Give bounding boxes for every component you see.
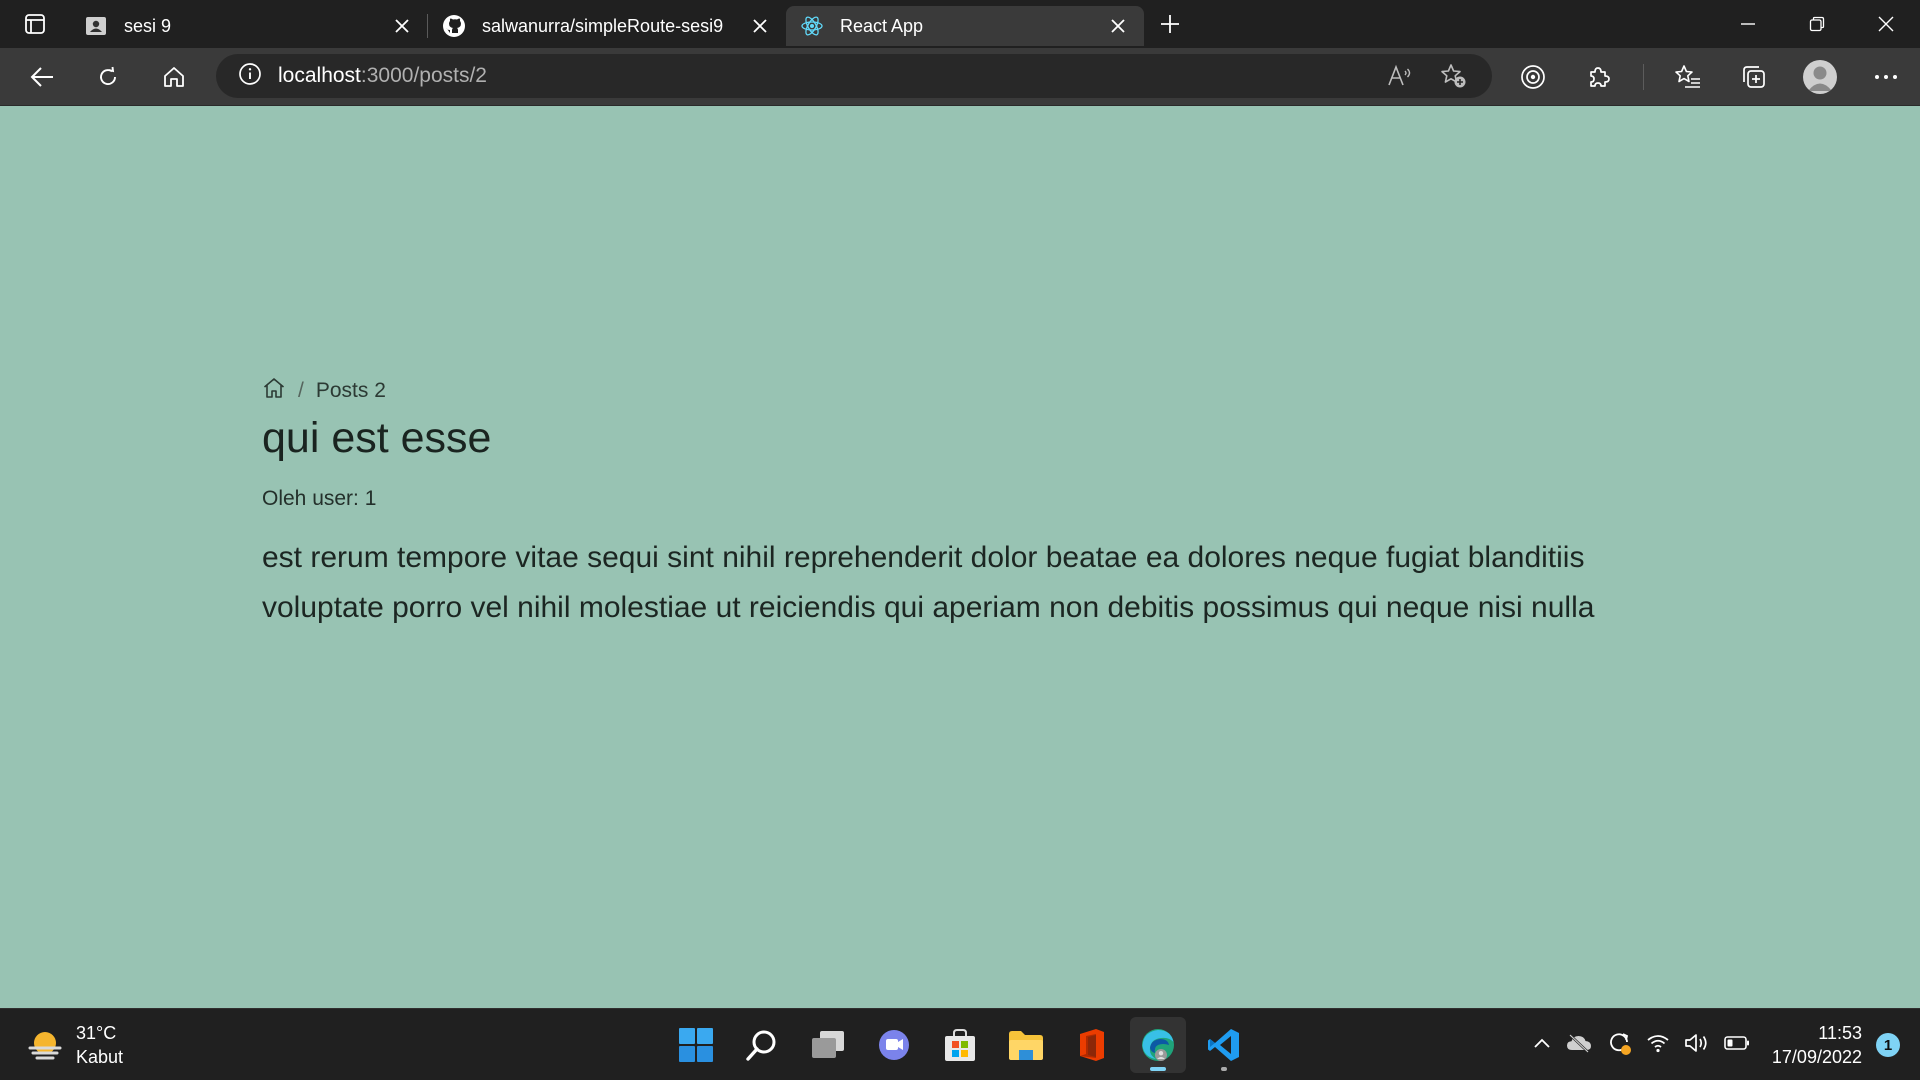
- back-button[interactable]: [20, 55, 64, 99]
- avatar: [1803, 60, 1837, 94]
- weather-temperature: 31°C: [76, 1023, 117, 1043]
- add-favorite-button[interactable]: [1432, 54, 1476, 98]
- collections-icon: [1743, 66, 1765, 88]
- profile-card-icon: [84, 14, 108, 38]
- office-icon: [1080, 1029, 1104, 1061]
- new-tab-button[interactable]: [1144, 0, 1196, 48]
- url-host: localhost: [278, 64, 361, 87]
- home-icon: [164, 66, 184, 87]
- file-explorer-button[interactable]: [998, 1017, 1054, 1073]
- weather-condition: Kabut: [76, 1047, 124, 1067]
- tab-strip-drag-area[interactable]: [1196, 0, 1713, 48]
- chat-camera-icon: [879, 1030, 909, 1060]
- clock-time: 11:53: [1818, 1023, 1862, 1043]
- battery-icon[interactable]: [1724, 1035, 1750, 1056]
- minimize-icon: [1740, 23, 1755, 25]
- store-bag-icon: [945, 1029, 975, 1061]
- favorites-list-icon: [1675, 65, 1700, 88]
- puzzle-icon: [1590, 67, 1610, 87]
- teams-chat-button[interactable]: [866, 1017, 922, 1073]
- tab-title: sesi 9: [124, 15, 172, 36]
- post-title: qui est esse: [262, 414, 492, 462]
- refresh-button[interactable]: [86, 55, 130, 99]
- post-detail: / Posts 2 qui est esse Oleh user: 1 est …: [262, 378, 1662, 633]
- search-icon: [746, 1030, 776, 1061]
- close-window-button[interactable]: [1851, 0, 1920, 48]
- windows-taskbar: 31°C Kabut 11:53 17/09/2022 1: [0, 1008, 1920, 1080]
- start-button[interactable]: [668, 1017, 724, 1073]
- close-tab-icon[interactable]: [388, 12, 416, 40]
- tab-react-app[interactable]: React App: [786, 6, 1144, 46]
- restore-icon: [1809, 16, 1824, 32]
- extensions-button[interactable]: [1577, 55, 1621, 99]
- hazy-sun-icon: [28, 1032, 62, 1060]
- sync-update-icon[interactable]: [1606, 1030, 1632, 1061]
- breadcrumb-current: Posts 2: [315, 379, 386, 402]
- address-bar[interactable]: localhost:3000/posts/2: [216, 54, 1492, 98]
- home-icon: [263, 378, 285, 398]
- wifi-icon[interactable]: [1646, 1033, 1670, 1058]
- onedrive-cloud-icon[interactable]: [1566, 1033, 1592, 1058]
- weather-widget[interactable]: 31°C Kabut: [26, 1021, 123, 1069]
- task-view-button[interactable]: [800, 1017, 856, 1073]
- tab-sesi-9[interactable]: sesi 9: [70, 6, 428, 46]
- clock[interactable]: 11:53 17/09/2022: [1772, 1021, 1862, 1069]
- favorites-button[interactable]: [1666, 55, 1710, 99]
- vscode-button[interactable]: [1196, 1017, 1252, 1073]
- post-author: Oleh user: 1: [262, 487, 377, 510]
- tab-github-repo[interactable]: salwanurra/simpleRoute-sesi9: [428, 6, 786, 46]
- more-horizontal-icon: [1875, 75, 1897, 79]
- close-icon: [1878, 16, 1893, 32]
- edge-browser-button[interactable]: [1130, 1017, 1186, 1073]
- minimize-button[interactable]: [1713, 0, 1782, 48]
- tab-actions-icon: [25, 14, 45, 34]
- post-body: est rerum tempore vitae sequi sint nihil…: [262, 541, 1595, 624]
- read-aloud-icon: [1388, 64, 1411, 86]
- settings-and-more-button[interactable]: [1864, 55, 1908, 99]
- toolbar-separator: [1643, 64, 1644, 90]
- close-tab-icon[interactable]: [746, 12, 774, 40]
- refresh-icon: [100, 66, 116, 85]
- tab-title: salwanurra/simpleRoute-sesi9: [482, 15, 724, 36]
- volume-icon[interactable]: [1684, 1032, 1710, 1059]
- github-icon: [442, 14, 466, 38]
- browser-toolbar: localhost:3000/posts/2: [0, 48, 1920, 106]
- microsoft-store-button[interactable]: [932, 1017, 988, 1073]
- clock-date: 17/09/2022: [1771, 1047, 1862, 1067]
- vscode-icon: [1208, 1029, 1239, 1061]
- plus-icon: [1161, 15, 1179, 33]
- restore-button[interactable]: [1782, 0, 1851, 48]
- breadcrumb-home-link[interactable]: [262, 377, 286, 405]
- breadcrumb: / Posts 2: [262, 378, 1662, 404]
- breadcrumb-separator: /: [298, 379, 304, 402]
- tab-actions-menu-button[interactable]: [0, 0, 70, 48]
- show-hidden-icons-chevron-up-icon[interactable]: [1532, 1036, 1552, 1055]
- running-app-indicator: [1221, 1067, 1227, 1071]
- task-view-icon: [812, 1031, 844, 1058]
- react-icon: [800, 14, 824, 38]
- active-app-indicator: [1150, 1067, 1166, 1071]
- taskbar-apps: [668, 1017, 1252, 1073]
- site-info-icon[interactable]: [238, 62, 262, 91]
- office-button[interactable]: [1064, 1017, 1120, 1073]
- browser-tab-strip: sesi 9 salwanurra/simpleRoute-sesi9 Reac…: [0, 0, 1920, 48]
- windows-logo-icon: [679, 1028, 713, 1062]
- browser-essentials-button[interactable]: [1511, 55, 1555, 99]
- system-tray: 11:53 17/09/2022 1: [1532, 1009, 1920, 1080]
- notification-badge[interactable]: 1: [1876, 1033, 1900, 1057]
- star-add-icon: [1441, 64, 1466, 88]
- edge-icon: [1142, 1029, 1174, 1061]
- close-tab-icon[interactable]: [1104, 12, 1132, 40]
- search-button[interactable]: [734, 1017, 790, 1073]
- essentials-icon: [1521, 65, 1545, 89]
- collections-button[interactable]: [1732, 55, 1776, 99]
- tab-title: React App: [840, 15, 924, 36]
- url-text[interactable]: localhost:3000/posts/2: [278, 64, 1378, 88]
- read-aloud-button[interactable]: [1378, 54, 1422, 98]
- folder-icon: [1009, 1031, 1043, 1060]
- url-path: :3000/posts/2: [360, 64, 487, 87]
- home-button[interactable]: [152, 55, 196, 99]
- profile-button[interactable]: [1798, 55, 1842, 99]
- arrow-left-icon: [30, 66, 53, 87]
